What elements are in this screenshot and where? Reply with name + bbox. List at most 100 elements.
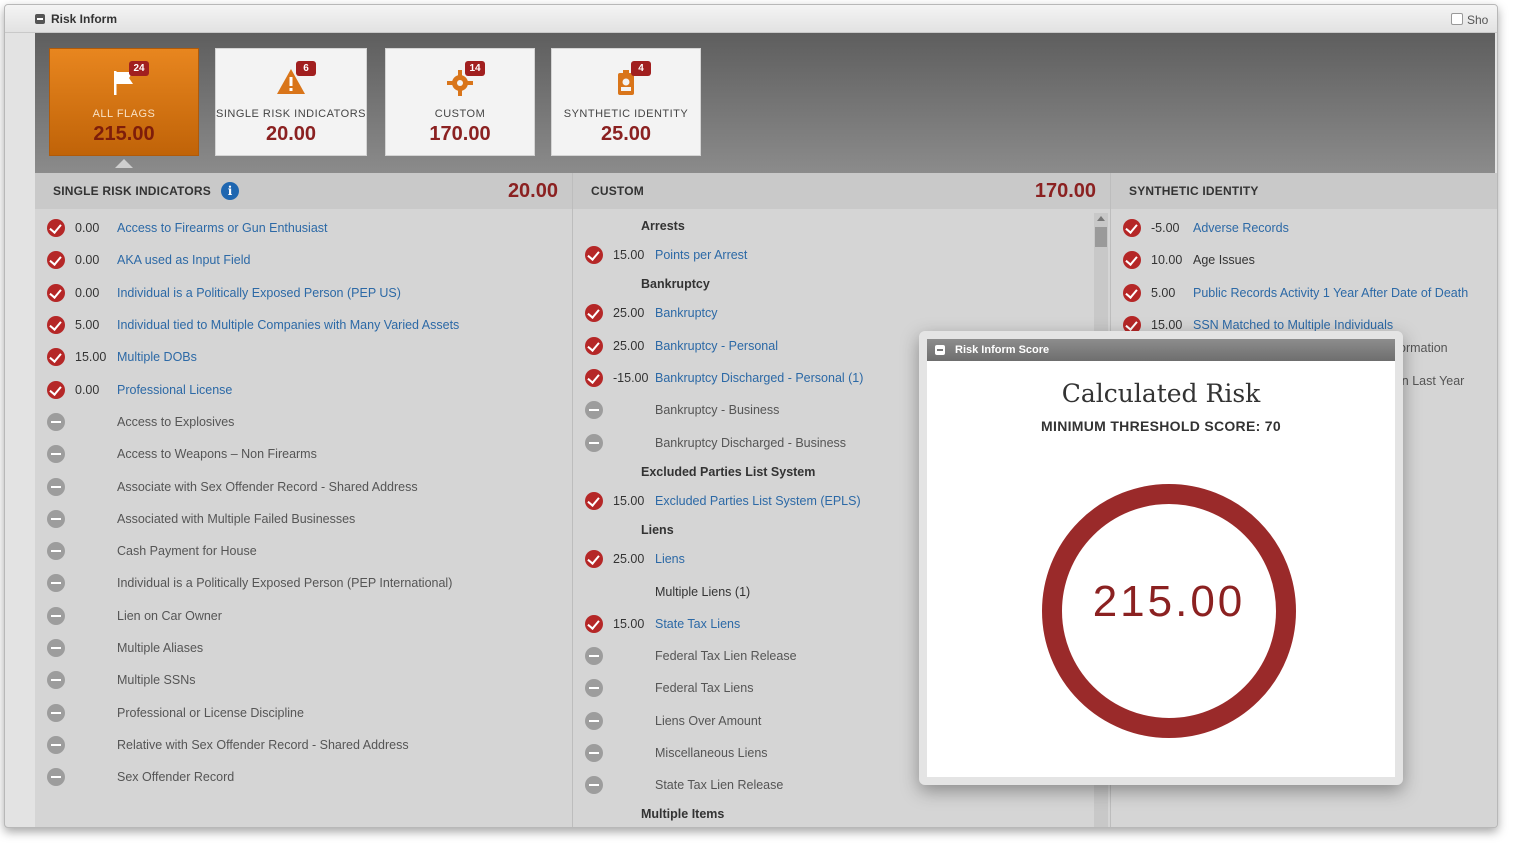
indicator-label: Bankruptcy Discharged - Business [655,435,847,450]
indicator-label[interactable]: Public Records Activity 1 Year After Dat… [1193,286,1468,300]
indicator-row[interactable]: 0.00 Professional License [47,373,572,405]
indicator-score: 15.00 [613,248,645,263]
tile-label: SINGLE RISK INDICATORS [216,108,366,120]
indicator-label: State Tax Lien Release [655,778,784,793]
scroll-thumb[interactable] [1095,227,1107,247]
indicator-label: Access to Weapons – Non Firearms [117,447,317,462]
indicator-label: Multiple Liens (1) [655,584,751,599]
custom-group-heading: Bankruptcy [641,277,710,292]
indicator-row[interactable]: 0.00 Individual is a Politically Exposed … [47,277,572,309]
window-title: Risk Inform [51,11,118,26]
tile-badge: 4 [631,61,651,76]
id-badge-icon: 4 [611,61,651,97]
check-flag-icon [585,614,603,633]
tile-all-flags[interactable]: 24 ALL FLAGS 215.00 [49,48,199,168]
indicator-row[interactable]: Individual is a Politically Exposed Pers… [47,567,572,599]
tile-custom[interactable]: 14 CUSTOM 170.00 [385,48,535,156]
indicator-label[interactable]: SSN Matched to Multiple Individuals [1193,318,1393,332]
indicator-label: Professional or License Discipline [117,705,304,720]
indicator-label[interactable]: Multiple DOBs [117,350,197,364]
single-risk-header: SINGLE RISK INDICATORS i 20.00 [35,173,572,209]
tile-badge: 24 [129,61,149,76]
indicator-label: Access to Explosives [117,414,235,429]
minus-circle-icon [47,477,65,496]
indicator-row[interactable]: Professional or License Discipline [47,696,572,728]
indicator-score: 0.00 [75,285,100,300]
indicator-label[interactable]: Bankruptcy [655,306,718,320]
info-icon[interactable]: i [220,182,239,200]
minus-circle-icon [585,679,603,698]
indicator-row[interactable]: 0.00 AKA used as Input Field [47,244,572,276]
minus-circle-icon [47,671,65,690]
indicator-label[interactable]: Points per Arrest [655,248,747,262]
indicator-row[interactable]: 25.00 Bankruptcy [585,297,1110,329]
indicator-label: Miscellaneous Liens [655,746,768,760]
single-risk-total: 20.00 [507,179,558,202]
scroll-up-icon[interactable] [1097,216,1105,221]
check-flag-icon [585,369,603,388]
indicator-score: -5.00 [1151,221,1180,236]
indicator-row[interactable]: Multiple SSNs [47,664,572,696]
no-status-icon [585,583,603,601]
indicator-row[interactable]: 15.00 Multiple DOBs [47,341,572,373]
indicator-label[interactable]: Access to Firearms or Gun Enthusiast [117,221,328,235]
indicator-label[interactable]: Liens [655,552,685,566]
tile-single-risk-indicators[interactable]: 6 SINGLE RISK INDICATORS 20.00 [215,48,367,156]
indicator-row[interactable]: Access to Weapons – Non Firearms [47,438,572,470]
check-flag-icon [47,219,65,238]
gear-icon: 14 [445,61,485,97]
minus-circle-icon [47,574,65,593]
indicator-row[interactable]: 0.00 Access to Firearms or Gun Enthusiast [47,212,572,244]
check-flag-icon [585,304,603,323]
indicator-label[interactable]: Bankruptcy - Personal [655,339,778,353]
indicator-label[interactable]: Individual tied to Multiple Companies wi… [117,318,459,332]
collapse-icon[interactable] [35,14,45,24]
indicator-row[interactable]: Access to Explosives [47,406,572,438]
tile-label: SYNTHETIC IDENTITY [563,108,689,120]
indicator-row[interactable]: Sex Offender Record [47,761,572,793]
indicator-row[interactable]: Cash Payment for House [47,535,572,567]
indicator-row[interactable]: Associate with Sex Offender Record - Sha… [47,470,572,502]
indicator-score: 0.00 [75,382,100,397]
single-risk-title: SINGLE RISK INDICATORS [53,184,211,198]
tile-synthetic-identity[interactable]: 4 SYNTHETIC IDENTITY 25.00 [551,48,701,156]
indicator-row[interactable]: 5.00 Public Records Activity 1 Year After… [1123,277,1497,309]
indicator-label: Cash Payment for House [117,544,257,559]
indicator-row[interactable]: -5.00 Adverse Records [1123,212,1497,244]
partial-row-text: in Last Year [1399,374,1465,388]
check-flag-icon [1123,251,1141,270]
indicator-row[interactable]: Relative with Sex Offender Record - Shar… [47,729,572,761]
indicator-label[interactable]: State Tax Liens [655,617,740,631]
indicator-label[interactable]: Adverse Records [1193,221,1289,235]
tile-value: 215.00 [93,123,155,145]
check-flag-icon [585,336,603,355]
indicator-label[interactable]: Individual is a Politically Exposed Pers… [117,286,401,300]
indicator-label[interactable]: AKA used as Input Field [117,253,250,267]
check-flag-icon [585,550,603,569]
indicator-label: Associated with Multiple Failed Business… [117,511,356,526]
indicator-row[interactable]: 10.00 Age Issues [1123,244,1497,276]
minus-circle-icon [585,433,603,452]
indicator-row[interactable]: Associated with Multiple Failed Business… [47,503,572,535]
indicator-row[interactable]: Lien on Car Owner [47,600,572,632]
popup-title: Risk Inform Score [955,344,1050,356]
indicator-label: Age Issues [1193,253,1255,268]
show-checkbox-label: Sho [1467,13,1489,27]
indicator-label[interactable]: Excluded Parties List System (EPLS) [655,494,861,508]
show-checkbox[interactable] [1451,13,1463,25]
custom-group-heading: Arrests [641,219,685,233]
tile-value: 20.00 [265,123,317,145]
indicator-row[interactable]: 5.00 Individual tied to Multiple Companie… [47,309,572,341]
check-flag-icon [47,251,65,270]
minus-circle-icon [47,735,65,754]
indicator-label[interactable]: Bankruptcy Discharged - Personal (1) [655,371,863,385]
indicator-label[interactable]: Professional License [117,383,232,397]
partial-row-text: ormation [1399,341,1448,355]
indicator-label: Bankruptcy - Business [655,403,780,418]
popup-collapse-icon[interactable] [935,345,945,355]
synthetic-title: SYNTHETIC IDENTITY [1129,184,1259,198]
indicator-row[interactable]: 15.00 Points per Arrest [585,239,1110,271]
check-flag-icon [47,283,65,302]
indicator-row[interactable]: Multiple Aliases [47,632,572,664]
indicator-score: 0.00 [75,221,100,236]
